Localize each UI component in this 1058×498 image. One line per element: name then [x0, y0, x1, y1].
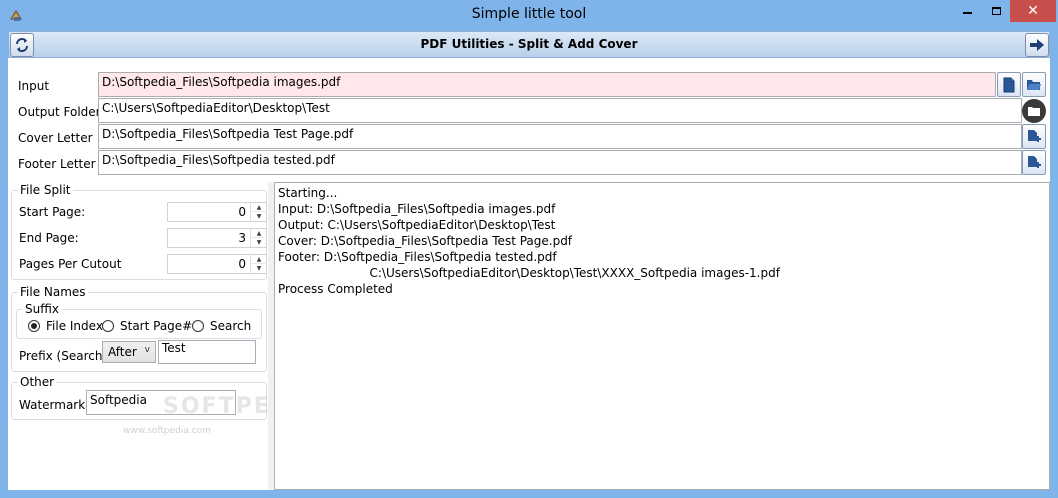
log-line: C:\Users\SoftpediaEditor\Desktop\Test\XX… [278, 266, 780, 280]
log-line: Starting... [278, 186, 338, 200]
pages-per-cutout-stepper[interactable]: 0 ▲ ▼ [167, 254, 267, 274]
add-file-icon [1028, 155, 1041, 168]
cover-letter-label: Cover Letter [18, 131, 93, 145]
footer-letter-label: Footer Letter [18, 157, 96, 171]
browse-input-file-button[interactable] [997, 72, 1021, 97]
footer-letter-field[interactable]: D:\Softpedia_Files\Softpedia tested.pdf [98, 150, 1022, 175]
prefix-mode-value: After [108, 345, 137, 359]
window-title: Simple little tool [471, 6, 587, 22]
arrow-right-icon [1030, 39, 1044, 51]
minimize-icon [962, 12, 972, 14]
app-window: Simple little tool ✕ PDF Utilities - Spl… [0, 0, 1058, 498]
pages-per-cutout-label: Pages Per Cutout [19, 257, 122, 271]
spin-down-icon[interactable]: ▼ [251, 212, 267, 221]
softpedia-watermark-url: www.softpedia.com [123, 426, 211, 436]
log-line: Output: C:\Users\SoftpediaEditor\Desktop… [278, 218, 556, 232]
other-title: Other [18, 375, 57, 389]
file-names-group: File Names Suffix File Index Start Page#… [11, 285, 267, 372]
spin-up-icon[interactable]: ▲ [251, 229, 267, 238]
file-names-title: File Names [18, 285, 88, 299]
maximize-button[interactable] [983, 0, 1009, 22]
browse-output-folder-button[interactable] [1022, 99, 1046, 123]
close-button[interactable]: ✕ [1010, 0, 1056, 22]
maximize-icon [991, 7, 1001, 15]
folder-icon [1028, 107, 1040, 116]
suffix-search-radio[interactable] [192, 320, 204, 332]
start-page-label: Start Page: [19, 205, 86, 219]
suffix-start-page-radio[interactable] [102, 320, 114, 332]
input-field[interactable]: D:\Softpedia_Files\Softpedia images.pdf [98, 72, 996, 97]
suffix-title: Suffix [23, 302, 61, 316]
prefix-search-label: Prefix (Search): [19, 349, 112, 363]
add-cover-letter-button[interactable] [1022, 124, 1046, 149]
file-icon [1003, 77, 1015, 92]
end-page-label: End Page: [19, 231, 79, 245]
folder-open-icon [1027, 79, 1041, 90]
suffix-file-index-label[interactable]: File Index [46, 319, 103, 333]
add-footer-letter-button[interactable] [1022, 150, 1046, 175]
log-line: Cover: D:\Softpedia_Files\Softpedia Test… [278, 234, 573, 248]
log-line: Process Completed [278, 282, 393, 296]
suffix-search-label[interactable]: Search [210, 319, 251, 333]
spin-down-icon[interactable]: ▼ [251, 264, 267, 273]
suffix-group: Suffix File Index Start Page# Search [16, 302, 262, 339]
prefix-mode-select[interactable]: After v [102, 341, 156, 363]
log-line: Input: D:\Softpedia_Files\Softpedia imag… [278, 202, 556, 216]
suffix-file-index-radio[interactable] [28, 320, 40, 332]
spin-up-icon[interactable]: ▲ [251, 255, 267, 264]
minimize-button[interactable] [954, 0, 980, 22]
log-line: Footer: D:\Softpedia_Files\Softpedia tes… [278, 250, 557, 264]
file-split-title: File Split [18, 183, 73, 197]
suffix-start-page-label[interactable]: Start Page# [120, 319, 192, 333]
next-button[interactable] [1025, 33, 1049, 57]
main-panel: Input D:\Softpedia_Files\Softpedia image… [8, 58, 1050, 490]
spin-down-icon[interactable]: ▼ [251, 238, 267, 247]
chevron-down-icon: v [144, 345, 150, 355]
file-split-group: File Split Start Page: 0 ▲ ▼ End Page: 3 … [11, 183, 267, 280]
browse-input-folder-button[interactable] [1022, 72, 1046, 97]
output-folder-field[interactable]: C:\Users\SoftpediaEditor\Desktop\Test [98, 98, 1022, 123]
start-page-stepper[interactable]: 0 ▲ ▼ [167, 202, 267, 222]
input-label: Input [18, 79, 50, 93]
prefix-search-field[interactable]: Test [158, 340, 256, 364]
cover-letter-field[interactable]: D:\Softpedia_Files\Softpedia Test Page.p… [98, 124, 1022, 149]
close-icon: ✕ [1027, 3, 1039, 19]
output-folder-label: Output Folder [18, 105, 101, 119]
add-file-icon [1028, 129, 1041, 142]
watermark-label: Watermark: [19, 398, 90, 412]
toolbar: PDF Utilities - Split & Add Cover [8, 31, 1050, 58]
pages-per-cutout-value: 0 [238, 257, 246, 271]
toolbar-title: PDF Utilities - Split & Add Cover [420, 37, 638, 51]
start-page-value: 0 [238, 205, 246, 219]
log-output[interactable]: Starting... Input: D:\Softpedia_Files\So… [274, 182, 1050, 490]
end-page-stepper[interactable]: 3 ▲ ▼ [167, 228, 267, 248]
end-page-value: 3 [238, 231, 246, 245]
title-bar[interactable]: Simple little tool ✕ [0, 0, 1058, 31]
spin-up-icon[interactable]: ▲ [251, 203, 267, 212]
